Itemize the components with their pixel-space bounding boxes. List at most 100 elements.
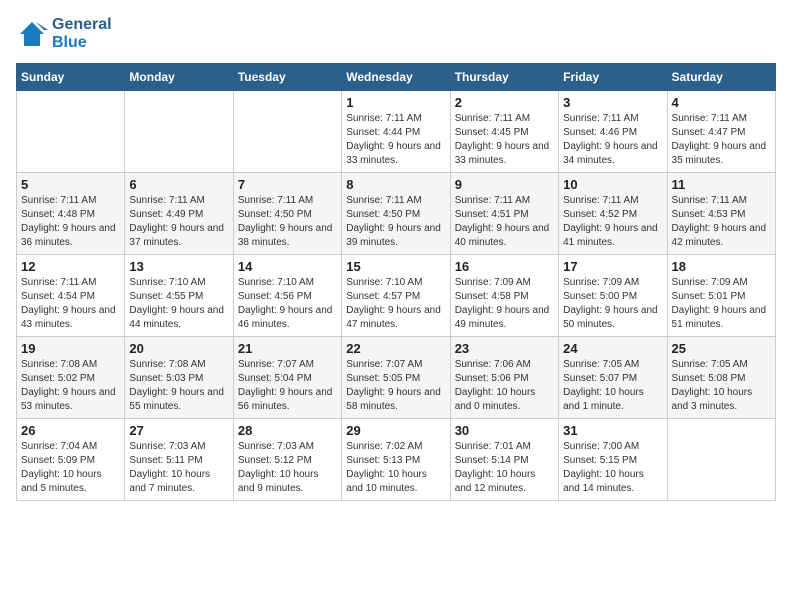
day-info: Sunrise: 7:08 AM Sunset: 5:03 PM Dayligh… — [129, 358, 228, 414]
day-number: 2 — [455, 95, 554, 110]
day-number: 20 — [129, 341, 228, 356]
calendar-cell: 15 Sunrise: 7:10 AM Sunset: 4:57 PM Dayli… — [342, 255, 450, 337]
day-info: Sunrise: 7:04 AM Sunset: 5:09 PM Dayligh… — [21, 440, 120, 496]
day-of-week-header: Saturday — [667, 64, 775, 91]
day-number: 13 — [129, 259, 228, 274]
logo-text-bottom: Blue — [52, 34, 112, 52]
calendar-week-row: 12Sunrise: 7:11 AM Sunset: 4:54 PM Dayli… — [17, 255, 776, 337]
day-number: 21 — [238, 341, 337, 356]
calendar-cell: 7 Sunrise: 7:11 AM Sunset: 4:50 PM Daylig… — [233, 173, 341, 255]
day-number: 1 — [346, 95, 445, 110]
day-number: 17 — [563, 259, 662, 274]
day-info: Sunrise: 7:09 AM Sunset: 5:01 PM Dayligh… — [672, 276, 771, 332]
calendar-cell: 30 Sunrise: 7:01 AM Sunset: 5:14 PM Dayli… — [450, 419, 558, 501]
calendar-cell: 29 Sunrise: 7:02 AM Sunset: 5:13 PM Dayli… — [342, 419, 450, 501]
day-info: Sunrise: 7:11 AM Sunset: 4:44 PM Dayligh… — [346, 112, 445, 168]
day-number: 5 — [21, 177, 120, 192]
calendar-cell: 5 Sunrise: 7:11 AM Sunset: 4:48 PM Daylig… — [17, 173, 125, 255]
day-info: Sunrise: 7:11 AM Sunset: 4:51 PM Dayligh… — [455, 194, 554, 250]
calendar-cell: 18 Sunrise: 7:09 AM Sunset: 5:01 PM Dayli… — [667, 255, 775, 337]
day-number: 8 — [346, 177, 445, 192]
day-number: 4 — [672, 95, 771, 110]
day-number: 18 — [672, 259, 771, 274]
page-header: General Blue — [16, 16, 776, 51]
calendar-cell: 9 Sunrise: 7:11 AM Sunset: 4:51 PM Daylig… — [450, 173, 558, 255]
day-number: 10 — [563, 177, 662, 192]
calendar-cell: 2 Sunrise: 7:11 AM Sunset: 4:45 PM Daylig… — [450, 91, 558, 173]
day-number: 6 — [129, 177, 228, 192]
day-info: Sunrise: 7:10 AM Sunset: 4:55 PM Dayligh… — [129, 276, 228, 332]
day-info: Sunrise: 7:01 AM Sunset: 5:14 PM Dayligh… — [455, 440, 554, 496]
logo: General Blue — [16, 16, 112, 51]
calendar-cell: 10 Sunrise: 7:11 AM Sunset: 4:52 PM Dayli… — [559, 173, 667, 255]
day-of-week-header: Tuesday — [233, 64, 341, 91]
day-info: Sunrise: 7:11 AM Sunset: 4:48 PM Dayligh… — [21, 194, 120, 250]
calendar-cell: 4 Sunrise: 7:11 AM Sunset: 4:47 PM Daylig… — [667, 91, 775, 173]
logo-text-top: General — [52, 16, 112, 34]
day-number: 16 — [455, 259, 554, 274]
day-number: 12 — [21, 259, 120, 274]
day-number: 15 — [346, 259, 445, 274]
day-info: Sunrise: 7:09 AM Sunset: 4:58 PM Dayligh… — [455, 276, 554, 332]
day-info: Sunrise: 7:07 AM Sunset: 5:05 PM Dayligh… — [346, 358, 445, 414]
day-number: 27 — [129, 423, 228, 438]
calendar-cell: 6 Sunrise: 7:11 AM Sunset: 4:49 PM Daylig… — [125, 173, 233, 255]
day-of-week-header: Wednesday — [342, 64, 450, 91]
calendar-cell: 19 Sunrise: 7:08 AM Sunset: 5:02 PM Dayli… — [17, 337, 125, 419]
day-of-week-header: Monday — [125, 64, 233, 91]
day-number: 14 — [238, 259, 337, 274]
calendar-cell: 20 Sunrise: 7:08 AM Sunset: 5:03 PM Dayli… — [125, 337, 233, 419]
calendar-cell: 27 Sunrise: 7:03 AM Sunset: 5:11 PM Dayli… — [125, 419, 233, 501]
day-info: Sunrise: 7:02 AM Sunset: 5:13 PM Dayligh… — [346, 440, 445, 496]
day-info: Sunrise: 7:11 AM Sunset: 4:45 PM Dayligh… — [455, 112, 554, 168]
day-number: 24 — [563, 341, 662, 356]
calendar-cell: 3Sunrise: 7:11 AM Sunset: 4:46 PM Daylig… — [559, 91, 667, 173]
calendar-cell: 17 Sunrise: 7:09 AM Sunset: 5:00 PM Dayli… — [559, 255, 667, 337]
day-number: 9 — [455, 177, 554, 192]
day-info: Sunrise: 7:03 AM Sunset: 5:11 PM Dayligh… — [129, 440, 228, 496]
calendar-cell: 13 Sunrise: 7:10 AM Sunset: 4:55 PM Dayli… — [125, 255, 233, 337]
day-info: Sunrise: 7:05 AM Sunset: 5:08 PM Dayligh… — [672, 358, 771, 414]
day-info: Sunrise: 7:11 AM Sunset: 4:50 PM Dayligh… — [238, 194, 337, 250]
day-number: 25 — [672, 341, 771, 356]
day-of-week-header: Thursday — [450, 64, 558, 91]
calendar-cell: 12Sunrise: 7:11 AM Sunset: 4:54 PM Dayli… — [17, 255, 125, 337]
day-info: Sunrise: 7:11 AM Sunset: 4:52 PM Dayligh… — [563, 194, 662, 250]
day-info: Sunrise: 7:11 AM Sunset: 4:49 PM Dayligh… — [129, 194, 228, 250]
day-number: 19 — [21, 341, 120, 356]
day-number: 26 — [21, 423, 120, 438]
calendar-cell: 16 Sunrise: 7:09 AM Sunset: 4:58 PM Dayli… — [450, 255, 558, 337]
day-info: Sunrise: 7:10 AM Sunset: 4:57 PM Dayligh… — [346, 276, 445, 332]
day-info: Sunrise: 7:03 AM Sunset: 5:12 PM Dayligh… — [238, 440, 337, 496]
calendar-cell: 31 Sunrise: 7:00 AM Sunset: 5:15 PM Dayli… — [559, 419, 667, 501]
logo-icon — [16, 18, 48, 50]
day-number: 23 — [455, 341, 554, 356]
day-number: 28 — [238, 423, 337, 438]
calendar-cell: 22Sunrise: 7:07 AM Sunset: 5:05 PM Dayli… — [342, 337, 450, 419]
calendar-cell: 21 Sunrise: 7:07 AM Sunset: 5:04 PM Dayli… — [233, 337, 341, 419]
day-number: 11 — [672, 177, 771, 192]
calendar-cell: 14 Sunrise: 7:10 AM Sunset: 4:56 PM Dayli… — [233, 255, 341, 337]
day-info: Sunrise: 7:06 AM Sunset: 5:06 PM Dayligh… — [455, 358, 554, 414]
calendar-cell: 24Sunrise: 7:05 AM Sunset: 5:07 PM Dayli… — [559, 337, 667, 419]
calendar-week-row: 1 Sunrise: 7:11 AM Sunset: 4:44 PM Daylig… — [17, 91, 776, 173]
day-info: Sunrise: 7:10 AM Sunset: 4:56 PM Dayligh… — [238, 276, 337, 332]
day-number: 30 — [455, 423, 554, 438]
day-info: Sunrise: 7:11 AM Sunset: 4:47 PM Dayligh… — [672, 112, 771, 168]
calendar-cell: 28 Sunrise: 7:03 AM Sunset: 5:12 PM Dayli… — [233, 419, 341, 501]
calendar-week-row: 26 Sunrise: 7:04 AM Sunset: 5:09 PM Dayli… — [17, 419, 776, 501]
day-of-week-header: Sunday — [17, 64, 125, 91]
day-info: Sunrise: 7:07 AM Sunset: 5:04 PM Dayligh… — [238, 358, 337, 414]
day-number: 29 — [346, 423, 445, 438]
day-number: 31 — [563, 423, 662, 438]
day-number: 7 — [238, 177, 337, 192]
day-of-week-header: Friday — [559, 64, 667, 91]
calendar-header-row: SundayMondayTuesdayWednesdayThursdayFrid… — [17, 64, 776, 91]
day-info: Sunrise: 7:09 AM Sunset: 5:00 PM Dayligh… — [563, 276, 662, 332]
day-info: Sunrise: 7:08 AM Sunset: 5:02 PM Dayligh… — [21, 358, 120, 414]
calendar-cell: 26 Sunrise: 7:04 AM Sunset: 5:09 PM Dayli… — [17, 419, 125, 501]
calendar-cell: 8 Sunrise: 7:11 AM Sunset: 4:50 PM Daylig… — [342, 173, 450, 255]
calendar-cell: 11Sunrise: 7:11 AM Sunset: 4:53 PM Dayli… — [667, 173, 775, 255]
day-info: Sunrise: 7:11 AM Sunset: 4:50 PM Dayligh… — [346, 194, 445, 250]
day-info: Sunrise: 7:00 AM Sunset: 5:15 PM Dayligh… — [563, 440, 662, 496]
